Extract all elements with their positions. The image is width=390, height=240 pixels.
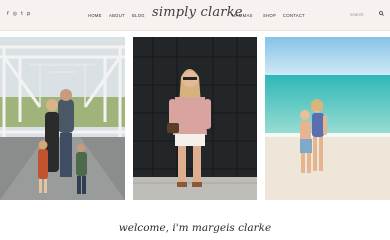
- facebook-icon[interactable]: f: [7, 11, 9, 18]
- nav-blog[interactable]: BLOG: [132, 13, 145, 18]
- photo-family-bridge[interactable]: [0, 37, 125, 200]
- search-input[interactable]: search: [350, 12, 364, 17]
- family-bridge-image: [0, 37, 125, 200]
- header-bar: f ◎ t p HOME ABOUT BLOG simply clarke MA…: [0, 0, 390, 31]
- welcome-heading: welcome, i'm margeis clarke: [118, 222, 272, 234]
- nav-shop[interactable]: SHOP: [263, 13, 276, 18]
- photo-woman-door[interactable]: [133, 37, 257, 200]
- social-links: f ◎ t p: [7, 11, 30, 18]
- photo-beach-kids[interactable]: [265, 37, 390, 200]
- nav-about[interactable]: ABOUT: [109, 13, 125, 18]
- instagram-icon[interactable]: ◎: [13, 11, 17, 18]
- twitter-icon[interactable]: t: [21, 11, 23, 18]
- nav-mammas[interactable]: MAMMAS: [232, 13, 253, 18]
- nav-contact[interactable]: CONTACT: [283, 13, 305, 18]
- site-logo[interactable]: simply clarke: [152, 5, 243, 20]
- search-icon[interactable]: [379, 11, 384, 16]
- nav-home[interactable]: HOME: [88, 13, 102, 18]
- woman-door-image: [133, 37, 257, 200]
- beach-kids-image: [265, 37, 390, 200]
- pinterest-icon[interactable]: p: [27, 11, 30, 18]
